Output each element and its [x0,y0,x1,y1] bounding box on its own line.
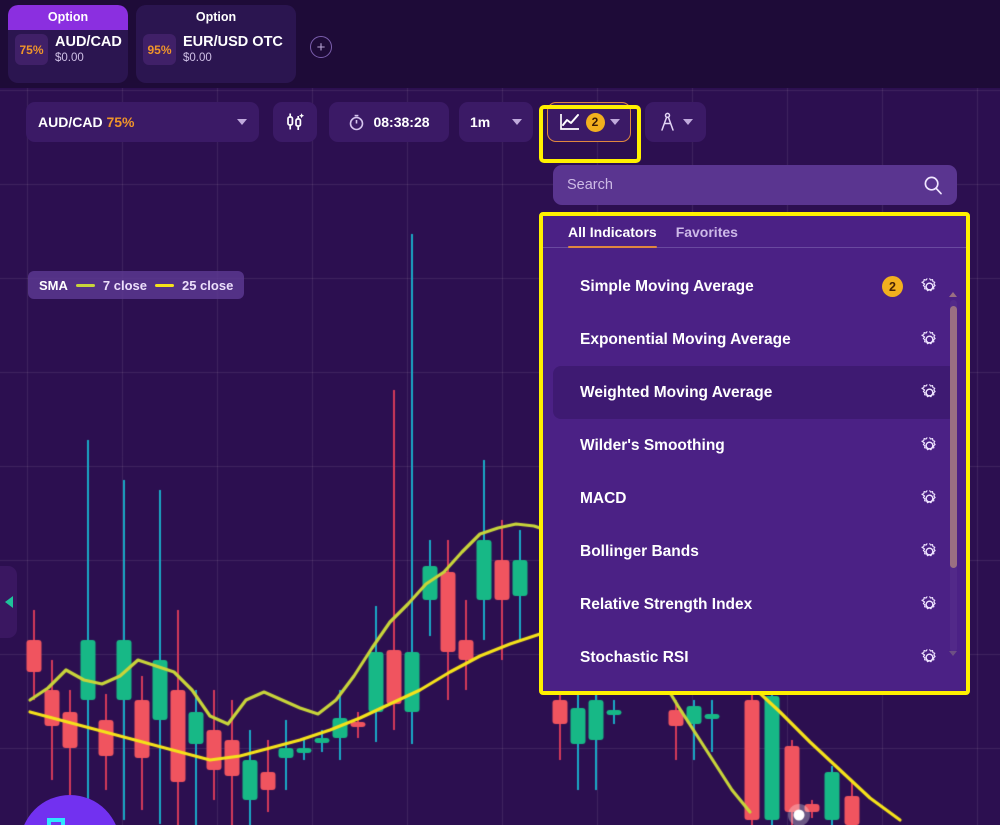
tab-all-indicators[interactable]: All Indicators [568,224,657,248]
stopwatch-icon [350,114,364,130]
chevron-down-icon [609,119,620,125]
indicator-name: Relative Strength Index [580,595,753,613]
scroll-up-arrow-icon[interactable] [949,292,957,297]
trading-app: Option 75% AUD/CAD $0.00 Option 95% EUR/… [0,0,1000,825]
chevron-left-icon [4,596,13,608]
gear-icon[interactable] [919,541,940,562]
brand-monogram-icon [47,818,65,825]
scroll-down-arrow-icon[interactable] [949,651,957,656]
indicator-name: Simple Moving Average [580,277,754,295]
line-chart-icon [559,114,579,130]
search-input[interactable] [567,177,923,193]
chevron-down-icon [683,119,693,125]
asset-tab-header: Option [8,5,128,30]
sma7-label: 7 close [102,277,147,293]
indicator-row[interactable]: Wilder's Smoothing [553,419,956,472]
indicator-row[interactable]: Relative Strength Index [553,578,956,631]
indicator-name: Exponential Moving Average [580,330,791,348]
gear-icon[interactable] [919,594,940,615]
timeframe-button[interactable]: 1m [459,102,533,142]
asset-balance: $0.00 [55,52,84,64]
asset-tab-body: 75% AUD/CAD $0.00 [8,30,128,65]
asset-balance: $0.00 [183,52,212,64]
indicator-row[interactable]: Exponential Moving Average [553,313,956,366]
indicator-name: Stochastic RSI [580,648,689,666]
gear-icon[interactable] [919,382,940,403]
timeframe-label: 1m [470,114,491,130]
gear-icon[interactable] [919,647,940,668]
chevron-down-icon [512,119,522,125]
asset-selector-label: AUD/CAD 75% [38,114,134,130]
payout-badge: 95% [143,34,176,65]
asset-tab-header: Option [136,5,296,30]
indicator-row[interactable]: Bollinger Bands [553,525,956,578]
sidebar-collapse-handle[interactable] [0,566,17,638]
indicator-list[interactable]: Simple Moving Average 2 Exponential Moving… [543,248,966,678]
gear-icon[interactable] [919,329,940,350]
indicator-panel-tabs: All Indicators Favorites [543,216,966,248]
asset-selector-payout: 75% [106,114,135,130]
sma25-color-swatch [154,283,174,287]
indicator-list-scrollbar[interactable] [950,300,957,652]
asset-selector-button[interactable]: AUD/CAD 75% [26,102,259,142]
asset-tabs-bar: Option 75% AUD/CAD $0.00 Option 95% EUR/… [0,0,1000,88]
indicator-name: MACD [580,489,627,507]
indicator-name: Weighted Moving Average [580,383,773,401]
expiry-timer[interactable]: 08:38:28 [329,102,449,142]
gear-icon[interactable] [919,435,940,456]
drawing-tools-button[interactable] [645,102,706,142]
sma-legend: SMA 7 close 25 close [28,271,245,299]
chevron-down-icon [237,119,247,125]
asset-selector-symbol: AUD/CAD [38,114,103,130]
sma7-color-swatch [75,283,95,287]
sma-legend-title: SMA [39,277,68,293]
indicator-count-badge: 2 [585,112,605,132]
asset-tab-body: 95% EUR/USD OTC $0.00 [136,30,296,65]
chart-toolbar: AUD/CAD 75% 08:38:28 1m 2 [0,88,1000,163]
search-icon[interactable] [923,175,943,195]
indicator-name: Wilder's Smoothing [580,436,725,454]
indicator-row[interactable]: MACD [553,472,956,525]
indicator-row[interactable]: Stochastic RSI [553,631,956,684]
indicators-button[interactable]: 2 [547,102,631,142]
indicators-dropdown-panel[interactable]: All Indicators Favorites Simple Moving A… [539,212,970,695]
indicator-row[interactable]: Simple Moving Average 2 [553,260,956,313]
compass-icon [661,112,674,131]
asset-meta: AUD/CAD $0.00 [55,34,122,65]
gear-icon[interactable] [919,488,940,509]
gear-icon[interactable] [919,276,940,297]
indicator-search-bar[interactable] [553,165,957,205]
plus-icon: + [316,38,326,56]
sma25-label: 25 close [181,277,234,293]
tab-favorites[interactable]: Favorites [676,224,738,247]
asset-tab-aud-cad[interactable]: Option 75% AUD/CAD $0.00 [8,5,128,83]
asset-meta: EUR/USD OTC $0.00 [183,34,283,65]
payout-badge: 75% [15,34,48,65]
asset-tab-eur-usd-otc[interactable]: Option 95% EUR/USD OTC $0.00 [136,5,296,83]
indicator-name: Bollinger Bands [580,542,699,560]
add-asset-button[interactable]: + [310,36,332,58]
chart-type-button[interactable] [273,102,317,142]
asset-name: EUR/USD OTC [183,34,283,50]
timer-value: 08:38:28 [373,114,430,130]
candlestick-icon [287,113,305,130]
scrollbar-thumb[interactable] [950,306,957,568]
asset-name: AUD/CAD [55,34,122,50]
indicator-active-count-badge: 2 [882,276,903,297]
indicator-row[interactable]: Weighted Moving Average [553,366,956,419]
